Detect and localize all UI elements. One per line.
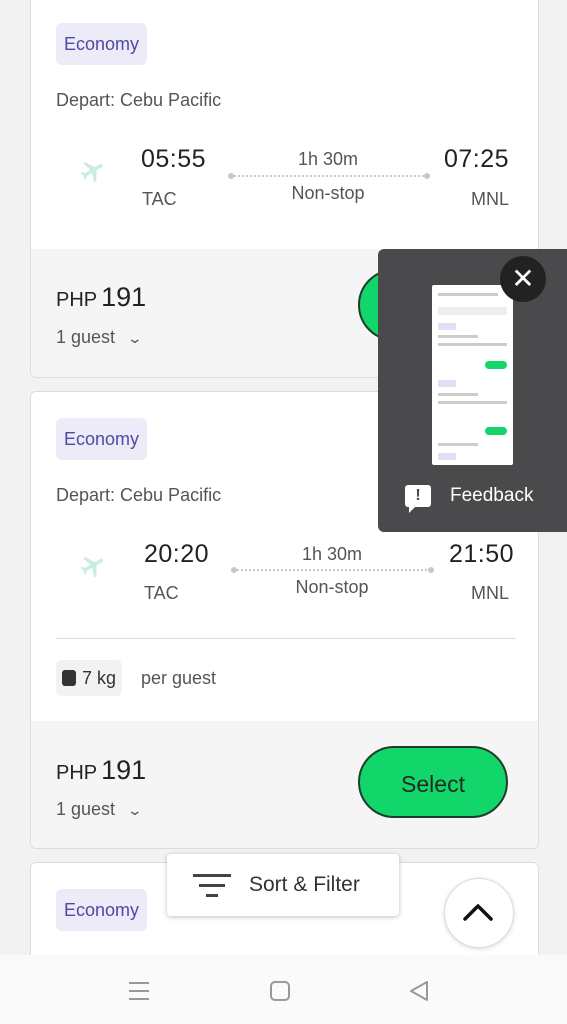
arrival-time: 07:25 bbox=[444, 145, 510, 173]
guest-selector[interactable]: 1 guest ⌄ bbox=[56, 799, 144, 820]
guest-label: 1 guest bbox=[56, 799, 116, 819]
thumb-line bbox=[438, 335, 478, 338]
system-nav-bar bbox=[0, 955, 567, 1024]
thumb-line bbox=[438, 401, 507, 404]
baggage-unit: per guest bbox=[141, 668, 217, 688]
select-button[interactable]: Select bbox=[358, 746, 508, 818]
price-section: PHP 191 1 guest ⌄ Select bbox=[31, 721, 538, 848]
divider bbox=[56, 638, 516, 639]
chevron-down-icon: ⌄ bbox=[126, 330, 144, 346]
chevron-up-icon bbox=[463, 904, 493, 921]
stops-label: Non-stop bbox=[291, 183, 365, 203]
thumb-select bbox=[485, 361, 507, 369]
currency: PHP bbox=[56, 762, 98, 784]
back-icon[interactable] bbox=[408, 980, 430, 1002]
thumb-badge bbox=[438, 453, 456, 460]
home-icon[interactable] bbox=[269, 980, 291, 1002]
route-line bbox=[231, 567, 434, 573]
destination-code: MNL bbox=[471, 189, 510, 209]
thumb-badge bbox=[438, 323, 456, 330]
thumb-line bbox=[438, 293, 498, 296]
cabin-badge: Economy bbox=[56, 889, 148, 931]
origin-code: TAC bbox=[142, 189, 177, 209]
thumb-select bbox=[485, 427, 507, 435]
plane-icon bbox=[80, 162, 104, 183]
guest-selector[interactable]: 1 guest ⌄ bbox=[56, 327, 144, 348]
price-amount: 191 bbox=[101, 282, 147, 312]
chevron-down-icon: ⌄ bbox=[126, 802, 144, 818]
arrival-time: 21:50 bbox=[449, 540, 515, 568]
thumb-line bbox=[438, 443, 478, 446]
luggage-icon bbox=[62, 670, 76, 686]
menu-icon[interactable] bbox=[127, 979, 151, 1003]
filter-icon bbox=[193, 874, 231, 898]
thumb-line bbox=[438, 307, 507, 315]
thumb-badge bbox=[438, 380, 456, 387]
destination-code: MNL bbox=[471, 583, 510, 603]
price-amount: 191 bbox=[101, 755, 147, 785]
flight-duration: 1h 30m bbox=[301, 544, 363, 564]
guest-label: 1 guest bbox=[56, 327, 116, 347]
baggage-weight: 7 kg bbox=[82, 668, 117, 688]
price: PHP 191 bbox=[56, 282, 146, 313]
baggage-badge: 7 kg bbox=[56, 660, 123, 696]
close-button[interactable]: ✕ bbox=[500, 256, 546, 302]
flight-duration: 1h 30m bbox=[297, 149, 359, 169]
scroll-top-button[interactable] bbox=[444, 878, 514, 948]
cabin-badge: Economy bbox=[56, 418, 148, 460]
airline-label: Depart: Cebu Pacific bbox=[56, 90, 222, 110]
thumb-line bbox=[438, 393, 478, 396]
origin-code: TAC bbox=[144, 583, 179, 603]
price: PHP 191 bbox=[56, 755, 146, 786]
feedback-label[interactable]: Feedback bbox=[450, 485, 533, 507]
sort-filter-button[interactable]: Sort & Filter bbox=[167, 854, 399, 916]
route-line bbox=[228, 173, 430, 179]
departure-time: 20:20 bbox=[144, 540, 210, 568]
cabin-badge: Economy bbox=[56, 23, 148, 65]
departure-time: 05:55 bbox=[141, 145, 207, 173]
plane-icon bbox=[80, 557, 104, 578]
airline-label: Depart: Cebu Pacific bbox=[56, 485, 222, 505]
feedback-panel[interactable]: ✕ Feedback bbox=[378, 249, 567, 532]
thumb-line bbox=[438, 343, 507, 346]
screenshot-thumbnail bbox=[432, 285, 513, 465]
sort-filter-label: Sort & Filter bbox=[249, 873, 360, 896]
currency: PHP bbox=[56, 289, 98, 311]
feedback-icon bbox=[405, 485, 431, 513]
stops-label: Non-stop bbox=[295, 577, 369, 597]
